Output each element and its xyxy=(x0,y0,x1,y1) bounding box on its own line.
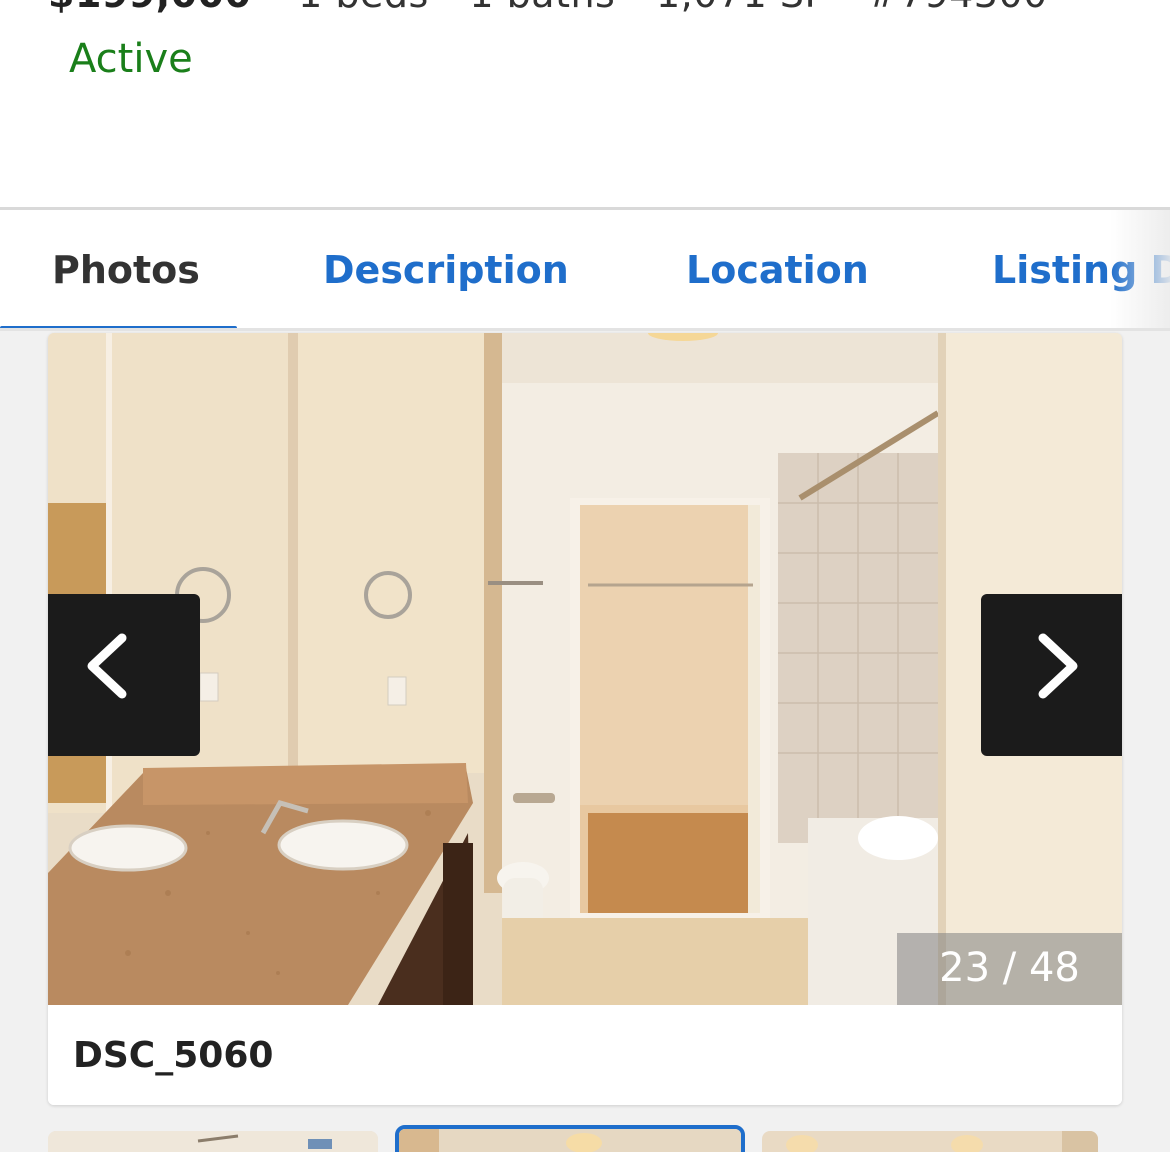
listing-tabs: Photos Description Location Listing De xyxy=(0,210,1170,330)
chevron-left-icon xyxy=(87,633,127,699)
tab-description[interactable]: Description xyxy=(323,248,569,292)
thumbnail-image xyxy=(762,1131,1098,1152)
bathroom-photo xyxy=(48,333,1122,1005)
listing-mls-number: #794300 xyxy=(867,0,1047,16)
listing-baths: 1 baths xyxy=(469,0,615,16)
tab-location[interactable]: Location xyxy=(686,248,869,292)
listing-price: $199,000 xyxy=(48,0,252,16)
listing-facts: $199,000 1 beds 1 baths 1,071 SF #794300 xyxy=(48,0,1076,16)
photo-counter: 23 / 48 xyxy=(939,945,1080,991)
thumbnail-image xyxy=(399,1129,741,1152)
listing-summary: $199,000 1 beds 1 baths 1,071 SF #794300… xyxy=(0,0,1170,208)
thumbnail-image xyxy=(48,1131,378,1152)
thumbnail-item[interactable] xyxy=(762,1131,1098,1152)
photo-caption: DSC_5060 xyxy=(73,1035,274,1076)
listing-status: Active xyxy=(69,36,193,82)
chevron-right-icon xyxy=(1038,633,1078,699)
thumbnail-item-selected[interactable] xyxy=(395,1125,745,1152)
caption-bar: DSC_5060 xyxy=(48,1005,1122,1105)
listing-beds: 1 beds xyxy=(298,0,429,16)
previous-photo-button[interactable] xyxy=(48,594,200,756)
listing-photo[interactable] xyxy=(48,333,1122,1005)
tab-photos[interactable]: Photos xyxy=(52,248,200,292)
tabs-scroll-fade xyxy=(1110,210,1170,328)
next-photo-button[interactable] xyxy=(981,594,1122,756)
thumbnail-strip xyxy=(0,1105,1170,1152)
listing-sqft: 1,071 SF xyxy=(656,0,827,16)
photo-counter-overlay: 23 / 48 xyxy=(897,933,1122,1005)
thumbnail-item[interactable] xyxy=(48,1131,378,1152)
